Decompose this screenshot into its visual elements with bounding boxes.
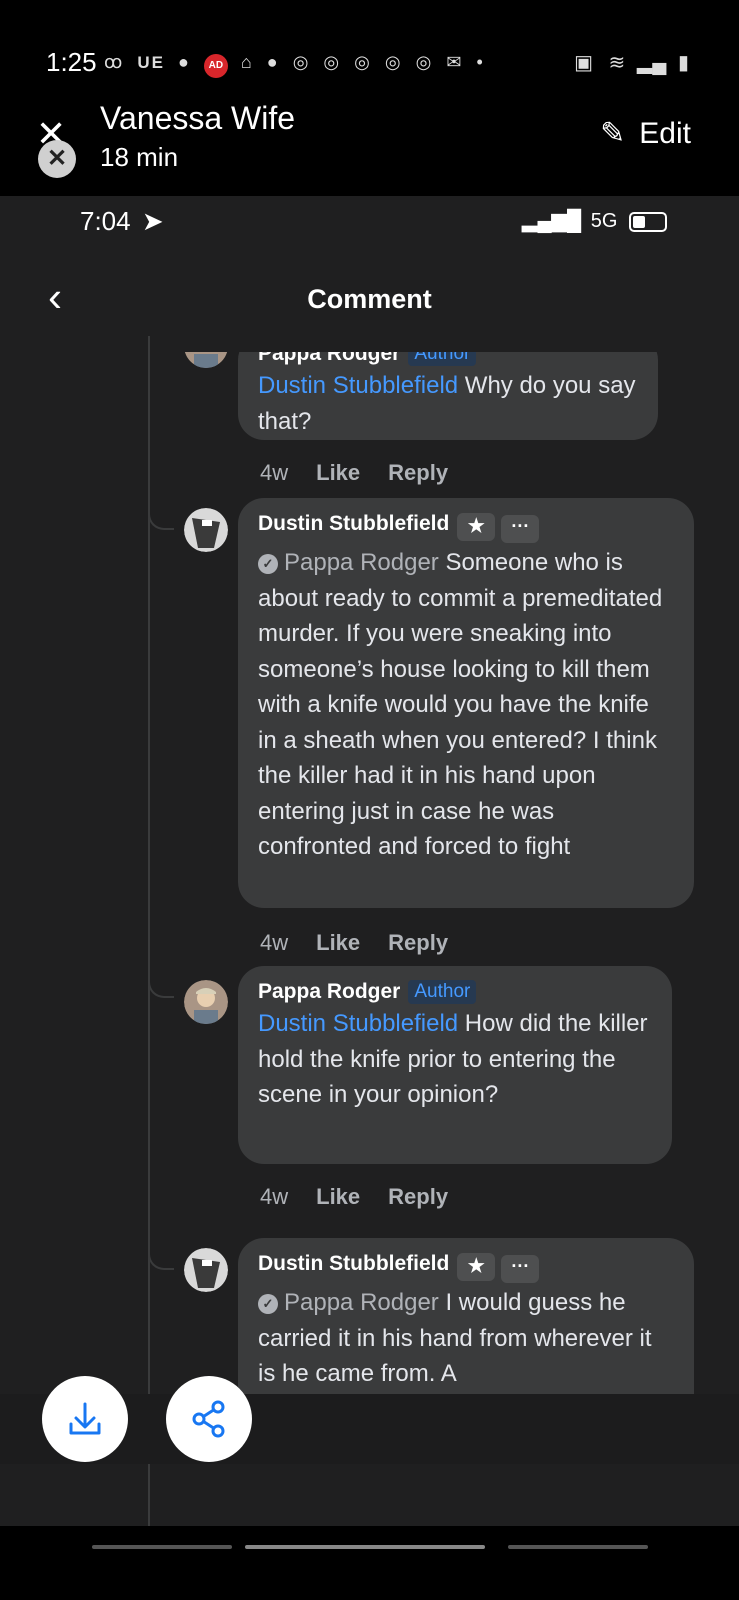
comment-author[interactable]: Dustin Stubblefield ★ ··· — [258, 1252, 674, 1283]
lock-icon: ▣ — [574, 52, 593, 74]
author-name[interactable]: Pappa Rodger — [258, 980, 400, 1003]
outer-status-right: ▣ ≋ ▂▄ ▮ — [574, 50, 689, 75]
comment-age: 4w — [260, 930, 289, 955]
inner-screenshot: 7:04 ➤ ▂▄▆█ 5G ‹ Comment Pappa Rodger Aut… — [0, 196, 739, 1526]
ad-blocker-icon: AD — [203, 54, 228, 78]
avatar[interactable] — [184, 352, 228, 368]
instagram-icon: ◎ — [323, 52, 342, 72]
reply-button[interactable]: Reply — [388, 930, 448, 955]
more-options-icon[interactable]: ··· — [501, 1255, 540, 1283]
check-icon: ✓ — [258, 554, 278, 574]
download-button[interactable] — [42, 1376, 128, 1462]
author-badge: Author — [408, 352, 477, 366]
instagram-icon: ◎ — [384, 52, 403, 72]
pencil-icon: ✎ — [600, 117, 626, 150]
comment-actions: 4w Like Reply — [260, 460, 476, 486]
comment-author[interactable]: Pappa Rodger Author — [258, 352, 638, 366]
location-arrow-icon: ➤ — [141, 206, 164, 236]
voicemail-icon: ꝏ — [104, 52, 125, 72]
story-title: Vanessa Wife — [100, 100, 296, 136]
thread-branch — [148, 510, 174, 530]
close-circle-icon[interactable]: ✕ — [38, 140, 76, 178]
outer-status-time: 1:25 — [46, 47, 97, 77]
download-icon — [69, 1402, 101, 1435]
comment-actions: 4w Like Reply — [260, 1184, 476, 1210]
instagram-icon: ◎ — [415, 52, 434, 72]
share-icon — [192, 1400, 225, 1438]
home-icon: ⌂ — [240, 52, 254, 72]
inner-status-bar: 7:04 ➤ ▂▄▆█ 5G — [0, 196, 739, 252]
mention-link[interactable]: Pappa Rodger — [284, 1289, 439, 1316]
edit-label: Edit — [639, 117, 691, 150]
comment-bubble: Pappa Rodger Author Dustin Stubblefield H… — [238, 966, 672, 1164]
signal-bars-icon: ▂▄▆█ — [522, 210, 582, 232]
author-name[interactable]: Dustin Stubblefield — [258, 1252, 449, 1275]
thread-branch — [148, 1250, 174, 1270]
like-button[interactable]: Like — [316, 1184, 360, 1209]
avatar[interactable] — [184, 1248, 228, 1292]
comment-nav-bar: ‹ Comment — [0, 266, 739, 336]
comment-text: ✓ Pappa Rodger Someone who is about ready… — [258, 545, 674, 865]
like-button[interactable]: Like — [316, 930, 360, 955]
home-indicator — [92, 1545, 232, 1549]
more-options-icon[interactable]: ··· — [501, 515, 540, 543]
page-title: Comment — [307, 284, 432, 314]
reply-button[interactable]: Reply — [388, 1184, 448, 1209]
comment-bubble: Dustin Stubblefield ★ ··· ✓ Pappa Rodger So… — [238, 498, 694, 908]
reply-button[interactable]: Reply — [388, 460, 448, 485]
messenger-icon: ● — [178, 52, 191, 72]
mention-link[interactable]: Pappa Rodger — [284, 549, 439, 576]
star-badge-icon: ★ — [457, 1253, 496, 1281]
comment-body: Someone who is about ready to commit a p… — [258, 549, 663, 860]
ue-label: UE — [137, 53, 165, 72]
network-label: 5G — [590, 210, 618, 232]
thread-branch — [148, 978, 174, 998]
edit-button[interactable]: ✎ Edit — [600, 116, 691, 151]
comment-author[interactable]: Dustin Stubblefield ★ ··· — [258, 512, 674, 543]
avatar[interactable] — [184, 508, 228, 552]
avatar[interactable] — [184, 980, 228, 1024]
comment-text: ✓ Pappa Rodger I would guess he carried i… — [258, 1285, 674, 1392]
author-badge: Author — [408, 980, 477, 1004]
comment-age: 4w — [260, 460, 289, 485]
story-timestamp: 18 min — [100, 142, 179, 172]
wifi-icon: ≋ — [608, 52, 626, 74]
outer-notification-icons: ꝏ UE ● AD ⌂ ● ◎ ◎ ◎ ◎ ◎ ✉ • — [104, 52, 491, 78]
comment-thread: Pappa Rodger Author Dustin Stubblefield W… — [0, 352, 739, 1452]
check-icon: ✓ — [258, 1294, 278, 1314]
mention-link[interactable]: Dustin Stubblefield — [258, 372, 458, 399]
comment-text: Dustin Stubblefield Why do you say that? — [258, 368, 638, 439]
battery-icon: ▮ — [677, 52, 689, 74]
comment-actions: 4w Like Reply — [260, 930, 476, 956]
home-indicator — [245, 1545, 485, 1549]
author-name[interactable]: Dustin Stubblefield — [258, 512, 449, 535]
instagram-icon: ◎ — [292, 52, 311, 72]
instagram-icon: ◎ — [354, 52, 372, 72]
dot-icon: • — [476, 52, 485, 72]
comment-age: 4w — [260, 1184, 289, 1209]
share-button[interactable] — [166, 1376, 252, 1462]
home-indicator-area — [0, 1526, 739, 1600]
comment-author[interactable]: Pappa Rodger Author — [258, 980, 652, 1004]
home-indicator — [508, 1545, 648, 1549]
mention-link[interactable]: Dustin Stubblefield — [258, 1010, 458, 1037]
signal-icon: ▂▄ — [636, 52, 667, 74]
battery-icon — [629, 211, 667, 232]
gmail-icon: ✉ — [446, 52, 464, 72]
inner-time-label: 7:04 — [80, 206, 131, 236]
like-button[interactable]: Like — [316, 460, 360, 485]
comment-bubble: Pappa Rodger Author Dustin Stubblefield W… — [238, 352, 658, 440]
comment-text: Dustin Stubblefield How did the killer h… — [258, 1006, 652, 1113]
star-badge-icon: ★ — [457, 513, 496, 541]
reddit-icon: ● — [266, 52, 280, 72]
inner-status-time: 7:04 ➤ — [80, 206, 164, 237]
author-name[interactable]: Pappa Rodger — [258, 352, 400, 365]
inner-status-right: ▂▄▆█ 5G — [522, 208, 667, 233]
